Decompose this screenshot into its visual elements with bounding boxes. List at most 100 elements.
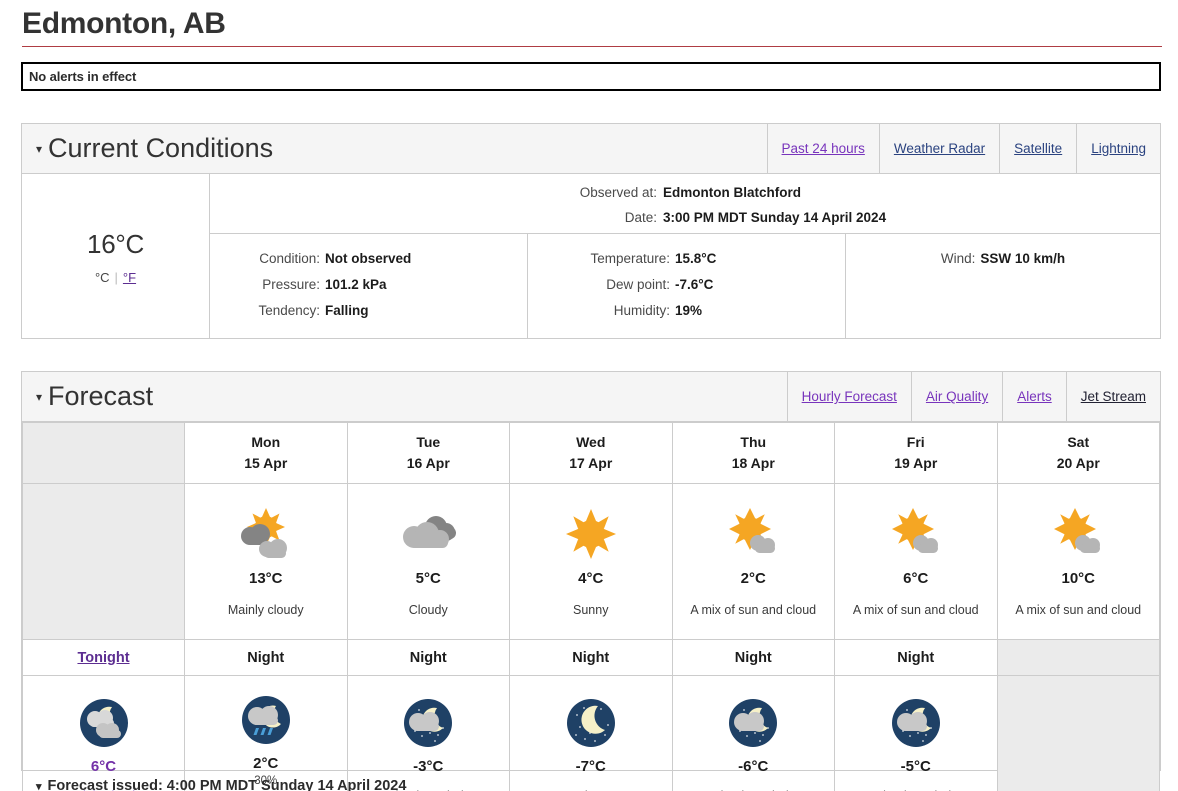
date-label: 18 Apr: [731, 455, 775, 471]
humidity-value: 19%: [675, 303, 703, 318]
day-header-mon: Mon 15 Apr: [184, 422, 348, 484]
pressure-row: Pressure: 101.2 kPa: [210, 272, 527, 298]
forecast-table: Mon 15 Apr Tue 16 Apr Wed 17 Apr Thu 18 …: [22, 422, 1160, 791]
collapse-caret-icon[interactable]: ▾: [36, 390, 42, 404]
night-header-empty: [996, 639, 1160, 676]
current-conditions-header: ▾ Current Conditions Past 24 hours Weath…: [22, 124, 1160, 174]
sun-with-small-cloud-icon: [1046, 506, 1110, 564]
night-cell-content: 2°C 30% Chance of showers: [186, 691, 346, 791]
link-alerts[interactable]: Alerts: [1002, 372, 1066, 421]
dew-point-row: Dew point: -7.6°C: [528, 272, 845, 298]
day-cell-sat: 10°C A mix of sun and cloud: [996, 483, 1160, 640]
night-cell-fri: -5°C Cloudy periods: [834, 675, 998, 791]
day-condition: A mix of sun and cloud: [1015, 602, 1142, 617]
link-lightning[interactable]: Lightning: [1076, 124, 1160, 173]
night-header-thu: Night: [671, 639, 835, 676]
dew-point-label: Dew point:: [606, 277, 670, 292]
pressure-label: Pressure:: [262, 277, 320, 292]
day-cell-thu: 2°C A mix of sun and cloud: [671, 483, 835, 640]
wind-value: SSW 10 km/h: [980, 251, 1066, 266]
forecast-links: Hourly Forecast Air Quality Alerts Jet S…: [786, 372, 1160, 421]
day-condition: Cloudy: [408, 602, 448, 617]
temperature-value: 15.8°C: [675, 251, 717, 266]
collapse-caret-icon[interactable]: ▾: [36, 142, 42, 156]
night-cloudy-periods-icon: [402, 694, 454, 752]
date-label: 20 Apr: [1056, 455, 1100, 471]
day-cell-content: 13°C Mainly cloudy: [186, 506, 346, 618]
condition-block-left: Condition: Not observed Pressure: 101.2 …: [210, 234, 528, 339]
forecast-issued: ▾ Forecast issued: 4:00 PM MDT Sunday 14 …: [36, 778, 406, 791]
night-cloudy-moon-icon: [78, 694, 130, 752]
weekday-label: Thu: [740, 434, 767, 450]
forecast-title-group[interactable]: ▾ Forecast: [22, 381, 153, 412]
condition-value: Not observed: [325, 251, 412, 266]
tendency-label: Tendency:: [258, 303, 320, 318]
link-hourly-forecast[interactable]: Hourly Forecast: [786, 372, 911, 421]
alert-banner-text: No alerts in effect: [29, 69, 137, 84]
night-showers-icon: [240, 691, 292, 749]
condition-label: Condition:: [259, 251, 320, 266]
current-conditions-body: 16°C °C | °F Observed at: Edmonton Blatchf…: [22, 174, 1160, 339]
forecast-header: ▾ Forecast Hourly Forecast Air Quality A…: [22, 372, 1160, 422]
pressure-value: 101.2 kPa: [325, 277, 387, 292]
link-past-24-hours[interactable]: Past 24 hours: [766, 124, 879, 173]
date-label: 16 Apr: [406, 455, 450, 471]
night-header-mon: Night: [184, 639, 348, 676]
condition-block-right: Wind: SSW 10 km/h: [846, 234, 1160, 339]
day-header-sat: Sat 20 Apr: [996, 422, 1160, 484]
night-header-fri: Night: [834, 639, 998, 676]
forecast-title: Forecast: [48, 381, 154, 411]
tonight-label[interactable]: Tonight: [77, 650, 129, 666]
collapse-caret-icon[interactable]: ▾: [36, 781, 42, 791]
sun-with-small-cloud-icon: [884, 506, 948, 564]
unit-fahrenheit-link[interactable]: °F: [123, 270, 136, 285]
day-condition: A mix of sun and cloud: [852, 602, 979, 617]
observation-date-label: Date:: [624, 210, 657, 225]
night-cell-wed: -7°C Clear: [509, 675, 673, 791]
sun-behind-cloud-icon: [234, 506, 298, 564]
day-temperature: 4°C: [578, 569, 604, 587]
day-temperature: 5°C: [415, 569, 441, 587]
link-satellite[interactable]: Satellite: [999, 124, 1076, 173]
unit-celsius-label: °C: [94, 269, 110, 285]
night-header-tonight[interactable]: Tonight: [22, 639, 185, 676]
cloudy-icon: [396, 506, 460, 564]
forecast-day-row: 13°C Mainly cloudy 5°C Cloudy 4°C Sunny …: [22, 483, 1160, 640]
condition-detail-row: Condition: Not observed Pressure: 101.2 …: [210, 234, 1160, 339]
day-temperature: 6°C: [903, 569, 929, 587]
humidity-label: Humidity:: [613, 303, 670, 318]
link-air-quality[interactable]: Air Quality: [910, 372, 1002, 421]
night-temperature: -6°C: [738, 757, 769, 775]
night-cell-content: 6°C Mainly cloudy: [24, 694, 183, 791]
temperature-label: Temperature:: [590, 251, 670, 266]
night-cell-content: -5°C Cloudy periods: [836, 694, 996, 791]
current-conditions-title-group[interactable]: ▾ Current Conditions: [22, 133, 273, 164]
night-header-tue: Night: [346, 639, 510, 676]
night-cell-mon: 2°C 30% Chance of showers: [184, 675, 348, 791]
condition-row: Condition: Not observed: [210, 246, 527, 272]
day-condition: Mainly cloudy: [227, 602, 304, 617]
day-temperature: 10°C: [1061, 569, 1095, 587]
forecast-panel: ▾ Forecast Hourly Forecast Air Quality A…: [21, 371, 1161, 791]
observation-date-row: Date: 3:00 PM MDT Sunday 14 April 2024: [210, 205, 1160, 230]
wind-label: Wind:: [940, 251, 976, 266]
night-cloudy-periods-icon: [727, 694, 779, 752]
link-jet-stream[interactable]: Jet Stream: [1065, 372, 1160, 421]
weekday-label: Fri: [906, 434, 925, 450]
current-temperature-block: 16°C °C | °F: [22, 174, 210, 339]
night-cell-thu: -6°C Cloudy periods: [671, 675, 835, 791]
link-weather-radar[interactable]: Weather Radar: [878, 124, 999, 173]
forecast-corner-cell: [22, 422, 185, 484]
date-label: 19 Apr: [894, 455, 938, 471]
dew-point-value: -7.6°C: [675, 277, 714, 292]
night-temperature: -3°C: [413, 757, 444, 775]
current-conditions-title: Current Conditions: [48, 133, 274, 163]
night-temperature: -7°C: [575, 757, 606, 775]
weekday-label: Mon: [251, 434, 281, 450]
day-cell-wed: 4°C Sunny: [509, 483, 673, 640]
night-cell-content: -6°C Cloudy periods: [674, 694, 834, 791]
page-title: Edmonton, AB: [22, 7, 226, 40]
forecast-issued-text: Forecast issued: 4:00 PM MDT Sunday 14 A…: [47, 778, 407, 791]
sunny-icon: [559, 506, 623, 564]
day-cell-content: 2°C A mix of sun and cloud: [674, 506, 834, 618]
